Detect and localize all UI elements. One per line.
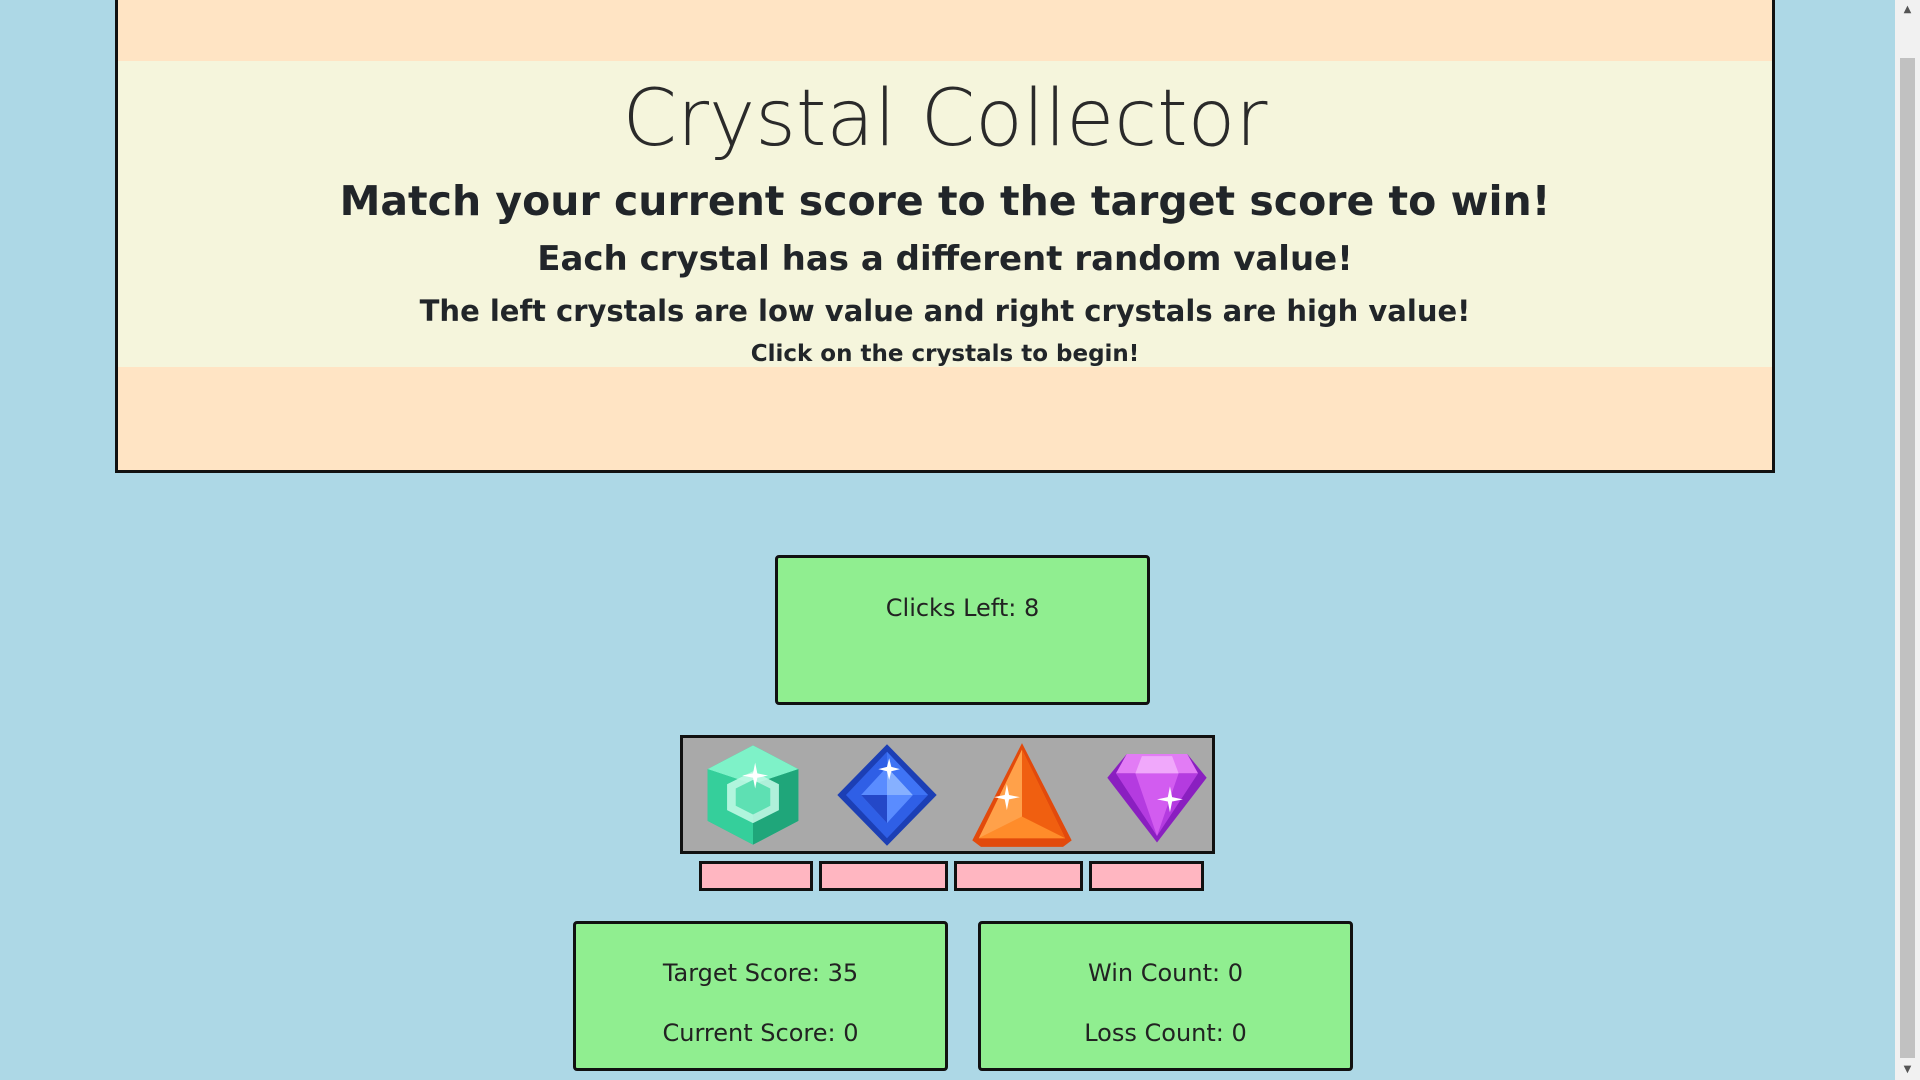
clicks-left-text: Clicks Left: 8 [885,594,1040,622]
orange-crystal-button[interactable] [966,741,1078,849]
green-crystal-button[interactable] [697,741,809,849]
instruction-line-4: Click on the crystals to begin! [750,341,1140,367]
crystal-value-box-2 [819,861,948,891]
current-score-text: Current Score: 0 [662,1019,859,1047]
scroll-down-arrow-icon[interactable]: ▼ [1895,1060,1920,1080]
loss-count-text: Loss Count: 0 [1084,1019,1247,1047]
purple-crystal-button[interactable] [1101,741,1213,849]
win-loss-box: Win Count: 0 Loss Count: 0 [978,921,1353,1071]
instruction-line-1: Match your current score to the target s… [339,177,1551,225]
crystal-tray [680,735,1215,854]
header-panel: Crystal Collector Match your current sco… [115,0,1775,473]
page-title: Crystal Collector [622,74,1268,164]
jumbotron: Crystal Collector Match your current sco… [118,61,1772,367]
vertical-scrollbar[interactable]: ▲ ▼ [1895,0,1920,1080]
blue-crystal-button[interactable] [831,741,943,849]
blue-crystal-icon [837,744,937,846]
green-crystal-icon [707,745,799,845]
target-score-text: Target Score: 35 [662,959,859,987]
win-count-text: Win Count: 0 [1088,959,1243,987]
instruction-line-3: The left crystals are low value and righ… [419,294,1471,328]
purple-crystal-icon [1107,753,1207,843]
crystal-value-box-4 [1089,861,1204,891]
score-box: Target Score: 35 Current Score: 0 [573,921,948,1071]
scroll-up-arrow-icon[interactable]: ▲ [1895,0,1920,20]
crystal-value-box-3 [954,861,1083,891]
instruction-line-2: Each crystal has a different random valu… [537,239,1353,279]
crystal-value-box-1 [699,861,813,891]
orange-crystal-icon [972,743,1072,847]
clicks-left-box: Clicks Left: 8 [775,555,1150,705]
scrollbar-thumb[interactable] [1900,58,1915,1058]
page: Crystal Collector Match your current sco… [0,0,1920,1080]
